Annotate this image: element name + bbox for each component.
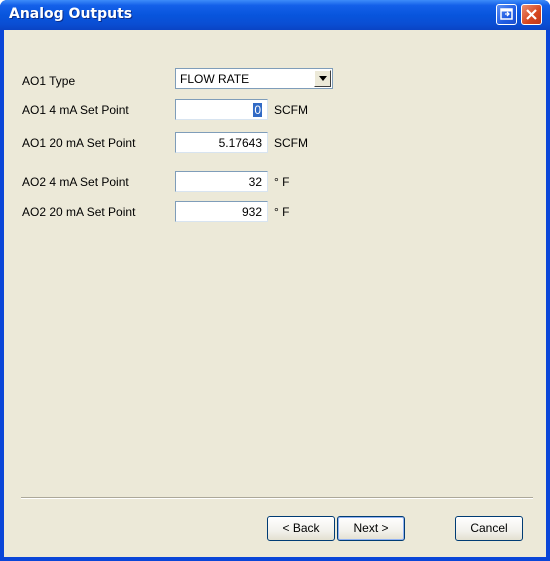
dialog-body: AO1 Type FLOW RATE AO1 4 mA Set Point 0 …: [4, 30, 546, 557]
ao1-4ma-unit: SCFM: [274, 103, 308, 117]
ao1-20ma-unit: SCFM: [274, 136, 308, 150]
window-title: Analog Outputs: [9, 6, 133, 22]
back-button[interactable]: < Back: [267, 516, 335, 541]
ao2-20ma-field[interactable]: 932: [175, 201, 268, 222]
ao1-4ma-field[interactable]: 0: [175, 99, 268, 120]
close-icon: [526, 9, 537, 20]
ao1-type-select[interactable]: FLOW RATE: [175, 68, 333, 89]
button-divider: [21, 497, 533, 499]
ao1-type-label: AO1 Type: [22, 74, 76, 88]
ao1-20ma-label: AO1 20 mA Set Point: [22, 136, 136, 150]
restore-icon: [500, 8, 513, 20]
ao1-type-value: FLOW RATE: [180, 72, 250, 86]
cancel-button[interactable]: Cancel: [455, 516, 523, 541]
ao1-20ma-value: 5.17643: [218, 136, 262, 150]
ao2-20ma-unit: ° F: [274, 205, 290, 219]
dialog-window: Analog Outputs AO1 Type FLOW RATE AO1 4 …: [0, 0, 550, 561]
next-button[interactable]: Next >: [337, 516, 405, 541]
restore-button[interactable]: [496, 4, 517, 25]
ao2-4ma-field[interactable]: 32: [175, 171, 268, 192]
ao2-4ma-value: 32: [248, 175, 262, 189]
ao2-20ma-value: 932: [241, 205, 262, 219]
dropdown-arrow-icon[interactable]: [314, 70, 331, 87]
ao2-20ma-label: AO2 20 mA Set Point: [22, 205, 136, 219]
ao1-4ma-value: 0: [253, 103, 262, 117]
close-button[interactable]: [521, 4, 542, 25]
ao2-4ma-label: AO2 4 mA Set Point: [22, 175, 129, 189]
ao1-4ma-label: AO1 4 mA Set Point: [22, 103, 129, 117]
ao2-4ma-unit: ° F: [274, 175, 290, 189]
title-bar[interactable]: Analog Outputs: [0, 0, 550, 30]
ao1-20ma-field[interactable]: 5.17643: [175, 132, 268, 153]
